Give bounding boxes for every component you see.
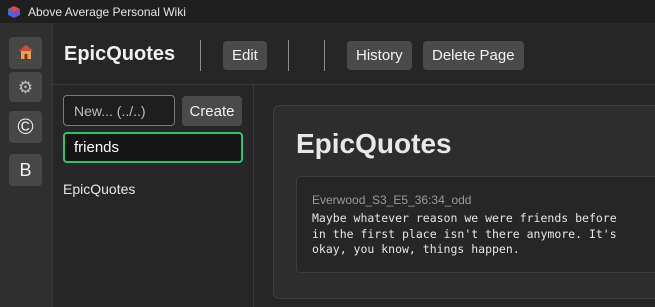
create-button[interactable]: Create [182, 96, 242, 126]
divider [200, 40, 201, 71]
search-input[interactable]: friends [63, 132, 243, 163]
gear-icon: ⚙ [17, 77, 34, 97]
page-card: EpicQuotes Everwood_S3_E5_36:34_odd Mayb… [273, 105, 655, 299]
divider [324, 40, 325, 71]
quote-source: Everwood_S3_E5_36:34_odd [312, 193, 472, 207]
bold-icon: B [19, 160, 32, 180]
page-heading: EpicQuotes [296, 128, 452, 159]
search-result-item[interactable]: EpicQuotes [63, 181, 135, 197]
edit-button[interactable]: Edit [223, 41, 267, 70]
divider [288, 40, 289, 71]
icon-rail: ⚙ © B [0, 23, 53, 307]
quote-block: Everwood_S3_E5_36:34_odd Maybe whatever … [296, 176, 655, 273]
bold-button[interactable]: B [9, 154, 42, 186]
copyright-button[interactable]: © [9, 111, 42, 143]
house-icon [18, 44, 34, 63]
cube-icon [8, 5, 20, 18]
new-page-input[interactable]: New... (../..) [63, 95, 175, 126]
window-title: Above Average Personal Wiki [28, 4, 186, 19]
history-button[interactable]: History [347, 41, 412, 70]
home-button[interactable] [9, 37, 42, 69]
quote-text: Maybe whatever reason we were friends be… [312, 211, 617, 256]
delete-page-button[interactable]: Delete Page [423, 41, 524, 70]
sidebar: New... (../..) Create friends EpicQuotes [53, 85, 254, 307]
main-content: EpicQuotes Everwood_S3_E5_36:34_odd Mayb… [255, 85, 655, 307]
settings-button[interactable]: ⚙ [9, 72, 42, 102]
page-title: EpicQuotes [64, 43, 176, 65]
copyright-icon: © [17, 114, 34, 139]
title-bar: Above Average Personal Wiki [0, 0, 655, 23]
page-header: EpicQuotes Edit History Delete Page [53, 23, 655, 85]
